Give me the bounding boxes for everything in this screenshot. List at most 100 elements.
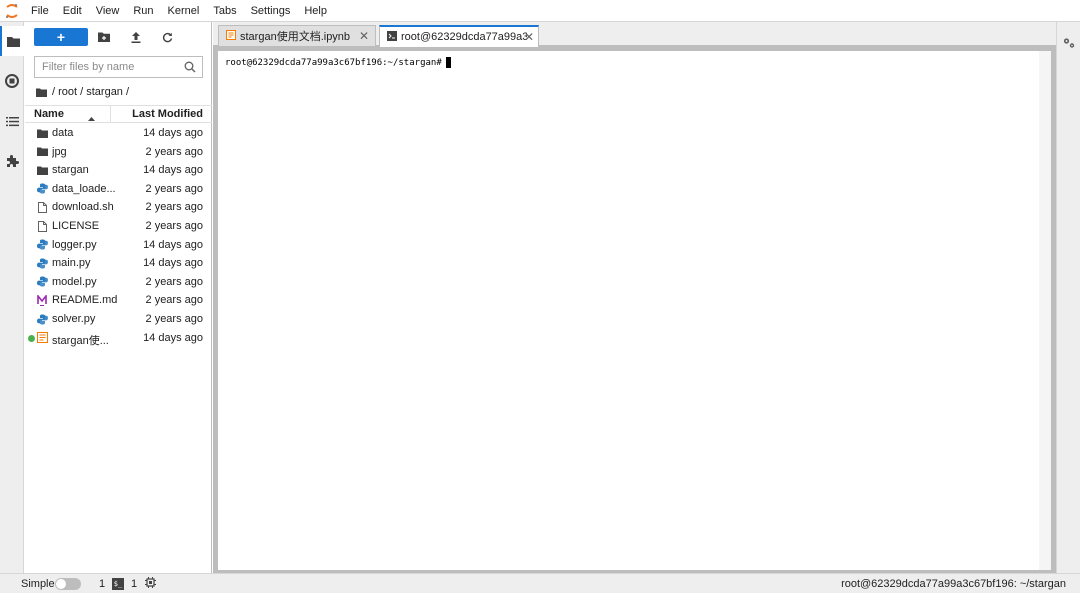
upload-button[interactable] [126, 28, 146, 46]
sort-ascending-icon[interactable] [88, 112, 95, 124]
menu-run[interactable]: Run [126, 0, 160, 22]
file-name: model.py [52, 275, 97, 288]
menu-tabs[interactable]: Tabs [206, 0, 243, 22]
file-browser-icon[interactable] [0, 26, 25, 56]
file-row[interactable]: logger.py 14 days ago [25, 236, 212, 255]
file-icon [36, 201, 48, 213]
file-modified: 2 years ago [145, 201, 203, 214]
status-current-path: root@62329dcda77a99a3c67bf196: ~/stargan [841, 578, 1066, 590]
menu-file[interactable]: File [24, 0, 56, 22]
new-folder-button[interactable] [94, 28, 114, 46]
new-launcher-button[interactable]: + [34, 28, 88, 46]
file-row[interactable]: jpg 2 years ago [25, 143, 212, 162]
file-name: logger.py [52, 238, 97, 251]
file-row[interactable]: model.py 2 years ago [25, 273, 212, 292]
terminal-icon [387, 30, 397, 44]
menu-edit[interactable]: Edit [56, 0, 89, 22]
property-inspector-icon[interactable] [1057, 28, 1080, 58]
plus-icon: + [56, 29, 66, 45]
search-icon [184, 61, 196, 76]
filter-input[interactable] [42, 61, 182, 73]
python-icon [36, 276, 48, 288]
close-icon[interactable]: ✕ [359, 29, 369, 43]
menu-settings[interactable]: Settings [244, 0, 298, 22]
terminal-panel[interactable]: root@62329dcda77a99a3c67bf196:~/stargan# [218, 51, 1051, 570]
file-row[interactable]: download.sh 2 years ago [25, 198, 212, 217]
column-modified-header[interactable]: Last Modified [132, 108, 203, 120]
menu-bar: File Edit View Run Kernel Tabs Settings Help [0, 0, 1080, 22]
file-name: stargan使... [52, 334, 109, 347]
terminal-prompt-line[interactable]: root@62329dcda77a99a3c67bf196:~/stargan# [225, 57, 451, 68]
toggle-knob [56, 579, 66, 589]
breadcrumb-path[interactable]: / root / stargan / [52, 86, 129, 98]
new-folder-icon [98, 32, 110, 42]
python-icon [36, 257, 48, 269]
file-row[interactable]: solver.py 2 years ago [25, 310, 212, 329]
file-modified: 14 days ago [143, 331, 203, 344]
main-dock-area: stargan使用文档.ipynb ✕ root@62329dcda77a99a… [213, 22, 1056, 573]
file-modified: 14 days ago [143, 257, 203, 270]
breadcrumb[interactable]: / root / stargan / [36, 84, 129, 100]
file-browser-panel: + / root / stargan / Name Last Modified … [25, 22, 212, 573]
file-row[interactable]: main.py 14 days ago [25, 254, 212, 273]
menu-help[interactable]: Help [297, 0, 334, 22]
file-row[interactable]: LICENSE 2 years ago [25, 217, 212, 236]
terminal-prompt: root@62329dcda77a99a3c67bf196:~/stargan# [225, 57, 442, 68]
file-modified: 14 days ago [143, 164, 203, 177]
file-row[interactable]: README.md 2 years ago [25, 291, 212, 310]
file-modified: 2 years ago [145, 145, 203, 158]
tab-bar: stargan使用文档.ipynb ✕ root@62329dcda77a99a… [213, 22, 1056, 47]
left-activity-bar [0, 22, 25, 573]
file-row[interactable]: data_loade... 2 years ago [25, 180, 212, 199]
folder-icon [36, 164, 48, 176]
column-divider[interactable] [110, 106, 111, 123]
refresh-button[interactable] [157, 28, 177, 46]
python-icon [36, 183, 48, 195]
tab-terminal[interactable]: root@62329dcda77a99a3c ✕ [379, 25, 539, 47]
file-name: data_loade... [52, 182, 116, 195]
kernel-icon[interactable] [145, 577, 156, 591]
simple-mode-toggle[interactable] [55, 578, 81, 590]
terminal-scrollbar[interactable] [1039, 51, 1051, 570]
python-icon [36, 239, 48, 251]
refresh-icon [162, 32, 172, 42]
terminal-icon[interactable]: $_ [112, 578, 124, 590]
column-name-header[interactable]: Name [34, 108, 64, 120]
running-sessions-icon[interactable] [0, 66, 24, 96]
kernel-count[interactable]: 1 [131, 578, 137, 590]
jupyter-logo-icon [0, 0, 24, 22]
file-modified: 2 years ago [145, 275, 203, 288]
file-row[interactable]: stargan使... 14 days ago [25, 329, 212, 348]
close-icon[interactable]: ✕ [524, 30, 534, 44]
tab-notebook[interactable]: stargan使用文档.ipynb ✕ [218, 25, 376, 46]
table-of-contents-icon[interactable] [0, 106, 24, 136]
file-name: download.sh [52, 201, 114, 214]
terminal-count[interactable]: 1 [99, 578, 105, 590]
file-row[interactable]: data 14 days ago [25, 124, 212, 143]
file-modified: 2 years ago [145, 220, 203, 232]
file-icon [36, 220, 48, 232]
file-name: solver.py [52, 313, 96, 325]
menu-kernel[interactable]: Kernel [161, 0, 207, 22]
extensions-icon[interactable] [0, 146, 24, 176]
file-filter[interactable] [34, 56, 203, 78]
file-modified: 14 days ago [143, 127, 203, 139]
folder-icon [36, 88, 47, 97]
file-modified: 2 years ago [145, 294, 203, 307]
file-list-header: Name Last Modified [25, 105, 212, 123]
python-icon [36, 313, 48, 325]
file-name: README.md [52, 294, 118, 307]
menu-view[interactable]: View [89, 0, 127, 22]
right-side-bar [1056, 22, 1080, 573]
notebook-icon [226, 29, 236, 43]
file-name: LICENSE [52, 220, 100, 232]
folder-icon [36, 127, 48, 139]
markdown-icon [36, 294, 48, 306]
file-name: data [52, 127, 74, 139]
simple-mode-label: Simple [21, 578, 55, 590]
terminal-cursor [445, 57, 451, 68]
folder-icon [36, 146, 48, 158]
file-row[interactable]: stargan 14 days ago [25, 161, 212, 180]
status-bar: Simple 1 $_ 1 root@62329dcda77a99a3c67bf… [0, 573, 1080, 593]
upload-icon [131, 31, 141, 43]
